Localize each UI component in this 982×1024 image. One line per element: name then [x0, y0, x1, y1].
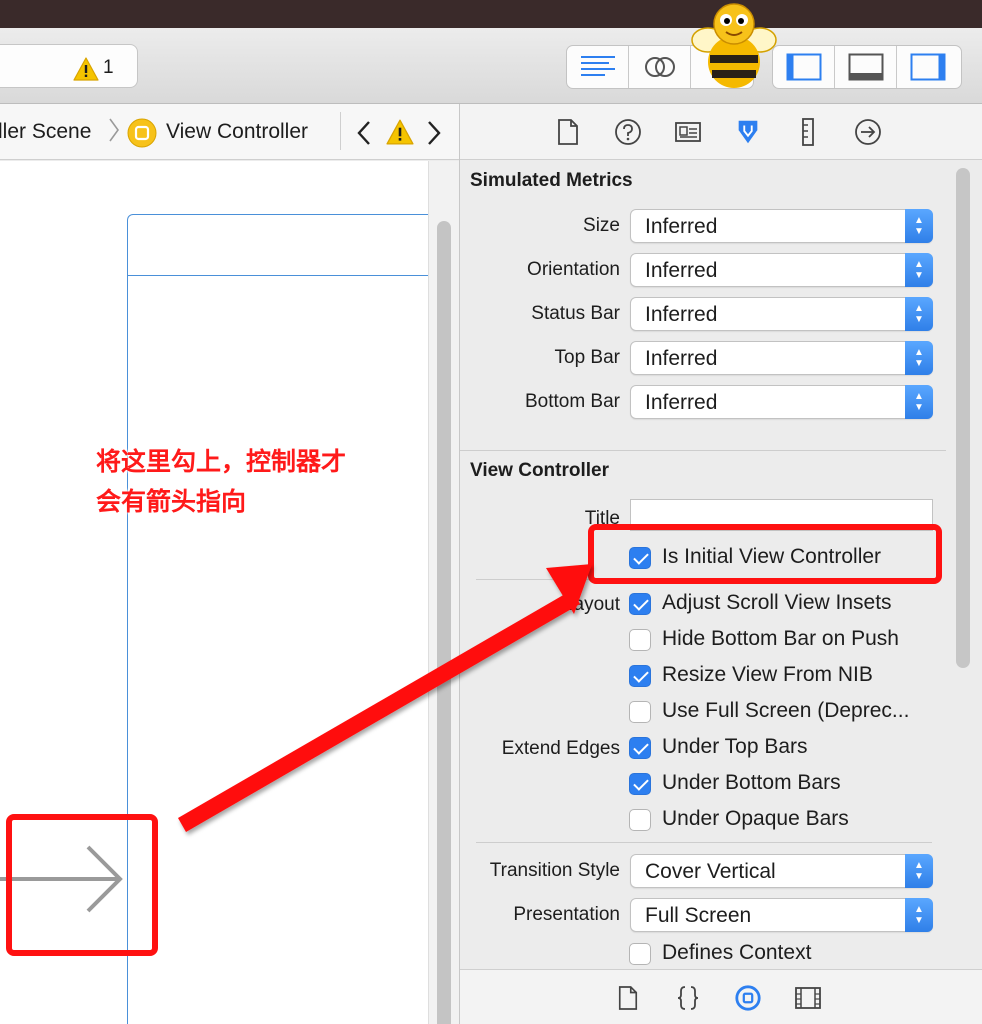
standard-editor-icon[interactable]: [567, 46, 629, 88]
annotation-note: 将这里勾上，控制器才 会有箭头指向: [96, 442, 346, 522]
extend-edges-label: Extend Edges: [501, 738, 620, 759]
warning-count: 1: [103, 57, 114, 78]
bee-mascot-image: [686, 0, 782, 90]
code-snippet-library-icon[interactable]: [674, 984, 702, 1012]
size-popup-value: Inferred: [645, 215, 718, 238]
quick-help-icon[interactable]: [614, 118, 642, 146]
file-inspector-icon[interactable]: [554, 118, 582, 146]
annotation-highlight-entry-arrow: [6, 814, 158, 956]
status-bar-label: Status Bar: [531, 303, 620, 324]
orientation-popup-value: Inferred: [645, 259, 718, 282]
defines-context-label: Defines Context: [662, 941, 812, 964]
popup-stepper-icon: ▲ ▼: [905, 209, 933, 243]
transition-style-popup[interactable]: Cover Vertical ▲ ▼: [630, 854, 933, 888]
section-separator: [476, 842, 932, 843]
breadcrumb-view-controller[interactable]: View Controller: [166, 120, 308, 144]
bottom-bar-popup[interactable]: Inferred ▲ ▼: [630, 385, 933, 419]
previous-issue-chevron-icon[interactable]: [355, 120, 373, 152]
popup-stepper-icon: ▲ ▼: [905, 898, 933, 932]
xcode-window: 1 ller Scene View Controller 将这里勾上，控制器才 …: [0, 0, 982, 1024]
annotation-line-1: 将这里勾上，控制器才: [96, 448, 347, 476]
popup-stepper-icon: ▲ ▼: [905, 341, 933, 375]
next-issue-chevron-icon[interactable]: [425, 120, 443, 152]
popup-stepper-icon: ▲ ▼: [905, 253, 933, 287]
status-bar-popup[interactable]: Inferred ▲ ▼: [630, 297, 933, 331]
top-bar-popup-value: Inferred: [645, 347, 718, 370]
library-selector-bar: [460, 969, 982, 1024]
under-bottom-bars-label: Under Bottom Bars: [662, 771, 841, 794]
canvas-scrollbar-thumb[interactable]: [437, 221, 451, 1024]
use-full-screen-checkbox[interactable]: [629, 701, 651, 723]
media-library-icon[interactable]: [794, 984, 822, 1012]
window-title-strip: [0, 0, 982, 28]
activity-status-pill[interactable]: 1: [0, 44, 138, 88]
breadcrumb-scene[interactable]: ller Scene: [0, 120, 91, 144]
status-bar-popup-value: Inferred: [645, 303, 718, 326]
annotation-highlight-initial-vc: [588, 524, 942, 584]
under-opaque-bars-checkbox[interactable]: [629, 809, 651, 831]
bottom-panel-icon[interactable]: [835, 46, 897, 88]
under-top-bars-label: Under Top Bars: [662, 735, 808, 758]
inspector-selector-bar: [460, 104, 982, 160]
warning-icon[interactable]: [73, 57, 99, 86]
simulated-metrics-header: Simulated Metrics: [470, 170, 633, 191]
jump-bar-divider: [340, 112, 341, 150]
defines-context-checkbox[interactable]: [629, 943, 651, 965]
popup-stepper-icon: ▲ ▼: [905, 385, 933, 419]
size-inspector-icon[interactable]: [794, 118, 822, 146]
bottom-bar-label: Bottom Bar: [524, 391, 620, 412]
resize-view-from-nib-label: Resize View From NIB: [662, 663, 873, 686]
under-opaque-bars-label: Under Opaque Bars: [662, 807, 849, 830]
adjust-scroll-view-insets-label: Adjust Scroll View Insets: [662, 591, 892, 614]
under-top-bars-checkbox[interactable]: [629, 737, 651, 759]
orientation-popup[interactable]: Inferred ▲ ▼: [630, 253, 933, 287]
view-controller-top-edge: [127, 275, 437, 276]
right-panel-icon[interactable]: [897, 46, 959, 88]
assistant-editor-icon[interactable]: [629, 46, 691, 88]
size-popup[interactable]: Inferred ▲ ▼: [630, 209, 933, 243]
object-library-icon[interactable]: [734, 984, 762, 1012]
attributes-inspector-icon[interactable]: [734, 118, 762, 146]
transition-style-popup-value: Cover Vertical: [645, 860, 776, 883]
use-full-screen-label: Use Full Screen (Deprec...: [662, 699, 910, 722]
resize-view-from-nib-checkbox[interactable]: [629, 665, 651, 687]
popup-stepper-icon: ▲ ▼: [905, 297, 933, 331]
hide-bottom-bar-checkbox[interactable]: [629, 629, 651, 651]
bottom-bar-popup-value: Inferred: [645, 391, 718, 414]
breadcrumb-separator-icon: [108, 116, 120, 150]
transition-style-label: Transition Style: [489, 860, 620, 881]
annotation-line-2: 会有箭头指向: [96, 488, 247, 516]
orientation-label: Orientation: [527, 259, 620, 280]
view-controller-scene-frame[interactable]: [127, 214, 437, 1024]
under-bottom-bars-checkbox[interactable]: [629, 773, 651, 795]
inspector-scrollbar-thumb[interactable]: [956, 168, 970, 668]
layout-label: Layout: [562, 594, 620, 615]
top-bar-label: Top Bar: [554, 347, 620, 368]
view-controller-icon: [126, 117, 158, 155]
section-separator: [460, 450, 946, 451]
toolbar: 1: [0, 28, 982, 104]
view-controller-section-header: View Controller: [470, 460, 610, 481]
presentation-popup-value: Full Screen: [645, 904, 752, 927]
file-template-library-icon[interactable]: [614, 984, 642, 1012]
left-panel-icon[interactable]: [773, 46, 835, 88]
presentation-label: Presentation: [513, 904, 620, 925]
identity-inspector-icon[interactable]: [674, 118, 702, 146]
issue-warning-icon[interactable]: [386, 119, 414, 151]
popup-stepper-icon: ▲ ▼: [905, 854, 933, 888]
panel-toggle-segmented-control: [772, 45, 962, 89]
size-label: Size: [583, 215, 620, 236]
connections-inspector-icon[interactable]: [854, 118, 882, 146]
adjust-scroll-view-insets-checkbox[interactable]: [629, 593, 651, 615]
hide-bottom-bar-label: Hide Bottom Bar on Push: [662, 627, 899, 650]
jump-bar: ller Scene View Controller: [0, 104, 460, 160]
top-bar-popup[interactable]: Inferred ▲ ▼: [630, 341, 933, 375]
presentation-popup[interactable]: Full Screen ▲ ▼: [630, 898, 933, 932]
